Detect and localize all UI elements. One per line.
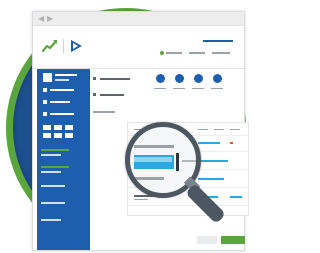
table-header-col-4 bbox=[230, 129, 240, 130]
sidebar bbox=[37, 69, 90, 250]
brand-logo-icon[interactable] bbox=[68, 38, 84, 54]
sidebar-item-4[interactable] bbox=[41, 185, 65, 187]
table-row-1-flag bbox=[230, 142, 233, 144]
table-row-2-bar bbox=[198, 160, 228, 162]
step-3-dot[interactable] bbox=[194, 74, 203, 83]
section-caption bbox=[93, 111, 115, 113]
sidebar-item-1[interactable] bbox=[50, 89, 74, 91]
table-row-3-bar bbox=[198, 178, 224, 180]
submit-button[interactable] bbox=[221, 236, 245, 244]
sidebar-item-6[interactable] bbox=[41, 219, 61, 221]
app-header bbox=[33, 26, 244, 69]
table-row-1-bar bbox=[198, 142, 220, 144]
header-link-1[interactable] bbox=[166, 52, 182, 54]
sidebar-item-5[interactable] bbox=[41, 202, 65, 204]
section-subtitle bbox=[100, 94, 124, 96]
step-1-dot[interactable] bbox=[156, 74, 165, 83]
cancel-button[interactable] bbox=[197, 236, 217, 244]
chart-trend-icon bbox=[42, 39, 58, 53]
sidebar-item-3[interactable] bbox=[50, 113, 74, 115]
header-divider bbox=[63, 39, 64, 53]
table-header-col-3 bbox=[214, 129, 224, 130]
step-2-dot[interactable] bbox=[175, 74, 184, 83]
sidebar-active-item[interactable] bbox=[41, 149, 69, 151]
window-titlebar: ◀ ▶ bbox=[33, 12, 244, 26]
sidebar-grid-icon[interactable] bbox=[43, 125, 83, 139]
header-menu[interactable] bbox=[203, 40, 233, 42]
sidebar-avatar[interactable] bbox=[43, 73, 52, 82]
sidebar-item-2[interactable] bbox=[50, 101, 70, 103]
table-header-col-2 bbox=[198, 129, 208, 130]
step-4-dot[interactable] bbox=[213, 74, 222, 83]
section-title bbox=[100, 78, 130, 80]
header-link-3[interactable] bbox=[212, 52, 230, 54]
forward-arrow-icon[interactable]: ▶ bbox=[47, 15, 53, 23]
header-link-2[interactable] bbox=[189, 52, 205, 54]
back-arrow-icon[interactable]: ◀ bbox=[38, 15, 44, 23]
status-dot bbox=[160, 51, 164, 55]
